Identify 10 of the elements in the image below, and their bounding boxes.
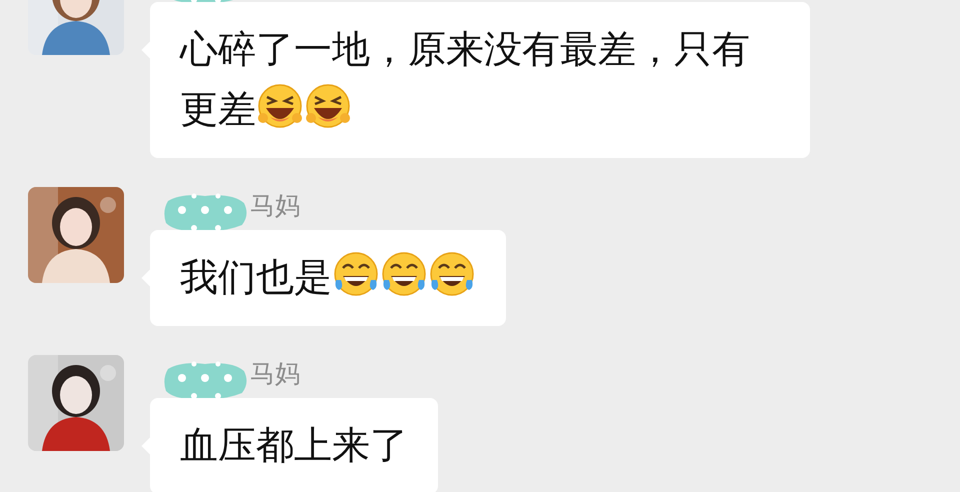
sender-name: 马妈 [250, 359, 300, 389]
message-text: 我们也是 [150, 230, 506, 326]
laughing-face-icon [256, 82, 304, 130]
laughing-face-icon [304, 82, 352, 130]
message-text: 血压都上来了 [179, 424, 409, 469]
sender-name: 马妈 [250, 191, 300, 221]
message-text: 心碎了一地，原来没有最差，只有更差 [178, 28, 751, 133]
tears-of-joy-icon [332, 250, 380, 298]
tears-of-joy-icon [428, 250, 476, 298]
tears-of-joy-icon [380, 250, 428, 298]
